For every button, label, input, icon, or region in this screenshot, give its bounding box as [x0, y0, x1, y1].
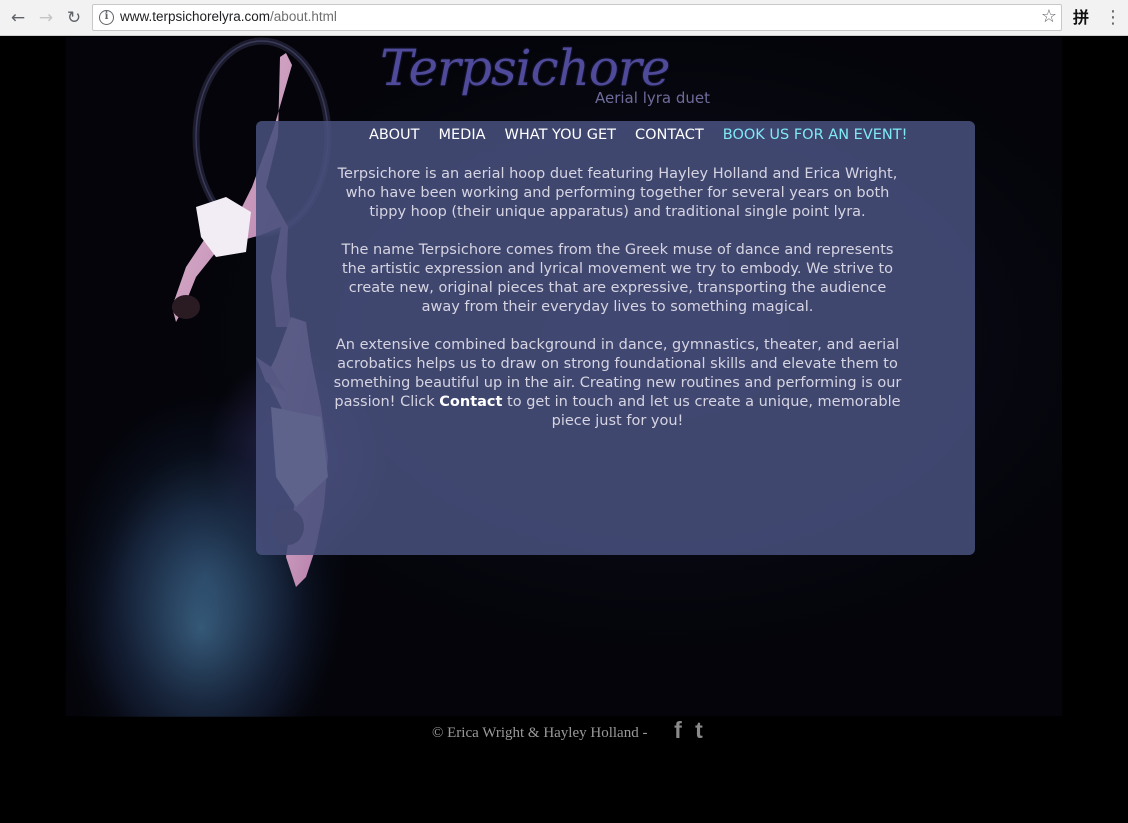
address-bar[interactable]: i www.terpsichorelyra.com/about.html ☆ — [92, 4, 1062, 31]
extension-icon[interactable]: 拼 — [1071, 6, 1091, 30]
about-paragraph-3-end: to get in touch and let us create a uniq… — [502, 394, 901, 429]
about-paragraph-2: The name Terpsichore comes from the Gree… — [341, 242, 894, 315]
back-icon[interactable]: ← — [6, 6, 30, 30]
site-subtitle: Aerial lyra duet — [595, 89, 710, 107]
copyright-text: © Erica Wright & Hayley Holland - — [432, 725, 648, 741]
facebook-icon[interactable]: f — [669, 717, 687, 743]
url-text[interactable]: www.terpsichorelyra.com/about.html — [120, 9, 337, 24]
page-body: Terpsichore Aerial lyra duet ABOUT MEDIA… — [0, 37, 1128, 823]
nav-media[interactable]: MEDIA — [439, 126, 486, 148]
about-paragraph-3: An extensive combined background in danc… — [330, 336, 905, 431]
bookmark-star-icon[interactable]: ☆ — [1041, 6, 1057, 27]
browser-toolbar: ← → ↻ i www.terpsichorelyra.com/about.ht… — [0, 0, 1128, 36]
about-text: Terpsichore is an aerial hoop duet featu… — [330, 165, 905, 450]
contact-link[interactable]: Contact — [439, 394, 502, 410]
footer: © Erica Wright & Hayley Holland - f t — [0, 717, 1128, 757]
url-path: /about.html — [270, 9, 337, 24]
about-paragraph-1: Terpsichore is an aerial hoop duet featu… — [337, 166, 898, 220]
info-icon[interactable]: i — [99, 10, 114, 25]
browser-menu-icon[interactable]: ⋮ — [1104, 6, 1122, 30]
forward-icon[interactable]: → — [34, 6, 58, 30]
nav-what-you-get[interactable]: WHAT YOU GET — [505, 126, 616, 148]
url-host: www.terpsichorelyra.com — [120, 9, 271, 24]
nav-book-us[interactable]: BOOK US FOR AN EVENT! — [723, 126, 908, 148]
main-nav: ABOUT MEDIA WHAT YOU GET CONTACT BOOK US… — [369, 126, 907, 148]
reload-icon[interactable]: ↻ — [62, 6, 86, 30]
nav-about[interactable]: ABOUT — [369, 126, 420, 148]
twitter-icon[interactable]: t — [690, 717, 708, 743]
nav-contact[interactable]: CONTACT — [635, 126, 704, 148]
